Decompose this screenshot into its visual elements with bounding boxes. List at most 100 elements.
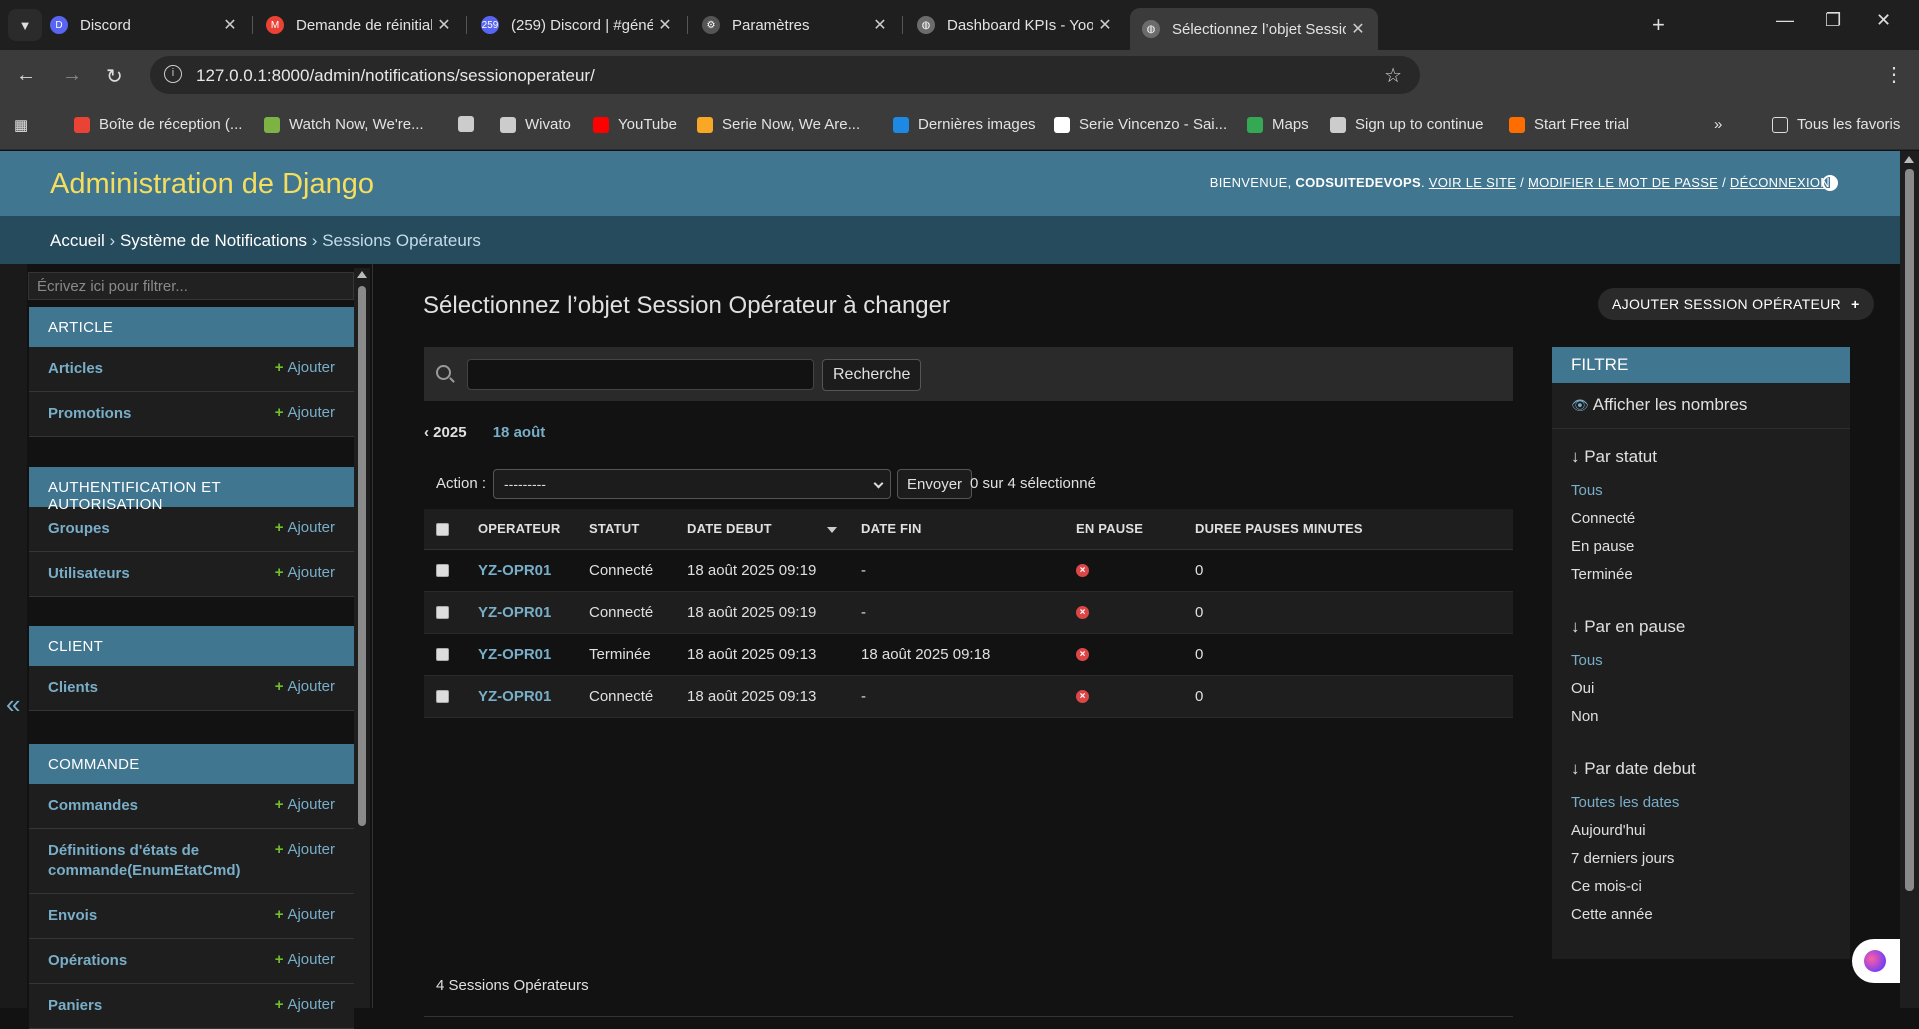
column-header[interactable]: DATE FIN — [849, 509, 1064, 550]
app-module-caption[interactable]: AUTHENTIFICATION ET AUTORISATION — [29, 467, 354, 513]
bookmark-item[interactable]: Watch Now, We're... — [264, 116, 424, 133]
bookmark-item[interactable]: Start Free trial — [1509, 116, 1629, 133]
minimize-window-icon[interactable]: — — [1776, 10, 1794, 31]
bookmark-item[interactable]: Dernières images — [893, 116, 1036, 133]
model-link[interactable]: Groupes — [48, 519, 110, 539]
operateur-link[interactable]: YZ-OPR01 — [466, 633, 577, 676]
breadcrumb-home[interactable]: Accueil — [50, 231, 105, 250]
bookmark-item[interactable] — [458, 116, 483, 132]
action-submit-button[interactable]: Envoyer — [897, 469, 973, 499]
change-password-link[interactable]: MODIFIER LE MOT DE PASSE — [1528, 175, 1718, 190]
action-select[interactable]: --------- — [493, 469, 891, 499]
row-checkbox[interactable] — [436, 690, 449, 704]
tab-discord[interactable]: D Discord ✕ — [38, 8, 250, 42]
tab-search-menu-button[interactable]: ▼ — [8, 9, 42, 41]
view-site-link[interactable]: VOIR LE SITE — [1429, 175, 1516, 190]
search-input[interactable] — [467, 359, 814, 390]
bookmark-item[interactable]: Maps — [1247, 116, 1309, 133]
row-checkbox[interactable] — [436, 606, 449, 620]
sort-descending-icon[interactable] — [827, 527, 837, 533]
filter-option[interactable]: Toutes les dates — [1571, 789, 1841, 817]
bookmark-item[interactable]: Wivato — [500, 116, 571, 133]
add-model-link[interactable]: + Ajouter — [275, 678, 335, 695]
filter-option[interactable]: En pause — [1571, 533, 1841, 561]
add-model-link[interactable]: + Ajouter — [275, 359, 335, 376]
model-link[interactable]: Promotions — [48, 404, 131, 424]
filter-option[interactable]: Tous — [1571, 647, 1841, 675]
tab-close-icon[interactable]: ✕ — [1346, 19, 1370, 39]
operateur-link[interactable]: YZ-OPR01 — [466, 549, 577, 592]
model-link[interactable]: Utilisateurs — [48, 564, 130, 584]
close-window-icon[interactable]: ✕ — [1876, 10, 1891, 31]
model-link[interactable]: Définitions d'états de commande(EnumEtat… — [48, 841, 268, 881]
bookmark-item[interactable]: Serie Vincenzo - Sai... — [1054, 116, 1227, 133]
show-counts-link[interactable]: 👁 Afficher les nombres — [1552, 383, 1850, 429]
filter-option[interactable]: Tous — [1571, 477, 1841, 505]
browser-menu-icon[interactable]: ⋮ — [1884, 62, 1904, 87]
page-scrollbar[interactable] — [1900, 151, 1919, 1008]
tab-close-icon[interactable]: ✕ — [653, 15, 677, 35]
model-link[interactable]: Paniers — [48, 996, 102, 1016]
add-model-link[interactable]: + Ajouter — [275, 519, 335, 536]
apps-grid-icon[interactable]: ▦ — [14, 116, 28, 134]
operateur-link[interactable]: YZ-OPR01 — [466, 591, 577, 634]
column-header[interactable]: STATUT — [577, 509, 675, 550]
row-checkbox[interactable] — [436, 564, 449, 578]
app-module-caption[interactable]: ARTICLE — [29, 307, 354, 347]
address-bar[interactable]: i 127.0.0.1:8000/admin/notifications/ses… — [150, 56, 1420, 94]
nav-filter-input[interactable]: Écrivez ici pour filtrer... — [28, 272, 354, 300]
model-link[interactable]: Commandes — [48, 796, 138, 816]
sidebar-toggle[interactable]: « — [0, 264, 27, 1008]
operateur-link[interactable]: YZ-OPR01 — [466, 675, 577, 718]
site-branding[interactable]: Administration de Django — [50, 168, 374, 201]
row-checkbox[interactable] — [436, 648, 449, 662]
filter-option[interactable]: Ce mois-ci — [1571, 873, 1841, 901]
theme-toggle-icon[interactable] — [1822, 175, 1838, 191]
add-session-button[interactable]: AJOUTER SESSION OPÉRATEUR + — [1598, 288, 1874, 320]
add-model-link[interactable]: + Ajouter — [275, 796, 335, 813]
restore-window-icon[interactable]: ❐ — [1825, 10, 1841, 31]
tab-close-icon[interactable]: ✕ — [432, 15, 456, 35]
reload-icon[interactable]: ↻ — [106, 64, 123, 89]
filter-option[interactable]: Cette année — [1571, 901, 1841, 929]
add-model-link[interactable]: + Ajouter — [275, 841, 335, 858]
bookmarks-overflow-button[interactable]: » — [1714, 116, 1722, 133]
filter-option[interactable]: Oui — [1571, 675, 1841, 703]
tab-close-icon[interactable]: ✕ — [868, 15, 892, 35]
site-info-icon[interactable]: i — [164, 65, 182, 83]
model-link[interactable]: Clients — [48, 678, 98, 698]
column-header[interactable]: EN PAUSE — [1064, 509, 1183, 550]
forward-arrow-icon[interactable]: → — [62, 64, 82, 87]
bookmark-star-icon[interactable]: ☆ — [1384, 63, 1402, 88]
column-header[interactable]: OPERATEUR — [466, 509, 577, 550]
filter-option[interactable]: Connecté — [1571, 505, 1841, 533]
date-hierarchy-back[interactable]: ‹ 2025 — [424, 424, 467, 441]
column-header-sorted[interactable]: DATE DEBUT — [675, 509, 849, 550]
bookmark-item[interactable]: YouTube — [593, 116, 677, 133]
all-bookmarks-folder[interactable]: Tous les favoris — [1772, 116, 1900, 133]
new-tab-button[interactable]: + — [1652, 12, 1665, 38]
model-link[interactable]: Opérations — [48, 951, 127, 971]
tab-reset-request[interactable]: M Demande de réinitialisation✕ — [254, 8, 464, 42]
date-hierarchy-current[interactable]: 18 août — [493, 424, 546, 441]
select-all-checkbox[interactable] — [436, 523, 449, 537]
tab-dashboard-kpis[interactable]: ◍ Dashboard KPIs - Yoozak✕ — [905, 8, 1125, 42]
bookmark-item[interactable]: Serie Now, We Are... — [697, 116, 860, 133]
filter-option[interactable]: Non — [1571, 703, 1841, 731]
add-model-link[interactable]: + Ajouter — [275, 564, 335, 581]
filter-option[interactable]: Terminée — [1571, 561, 1841, 589]
tab-close-icon[interactable]: ✕ — [1093, 15, 1117, 35]
filter-option[interactable]: Aujourd'hui — [1571, 817, 1841, 845]
model-link[interactable]: Articles — [48, 359, 103, 379]
bookmark-item[interactable]: Boîte de réception (... — [74, 116, 242, 133]
filter-option[interactable]: 7 derniers jours — [1571, 845, 1841, 873]
bookmark-item[interactable]: Sign up to continue — [1330, 116, 1483, 133]
add-model-link[interactable]: + Ajouter — [275, 906, 335, 923]
app-module-caption[interactable]: CLIENT — [29, 626, 354, 666]
sidebar-scrollbar[interactable] — [354, 268, 370, 1008]
add-model-link[interactable]: + Ajouter — [275, 951, 335, 968]
tab-discord-general[interactable]: 259 (259) Discord | #général✕ — [469, 8, 685, 42]
model-link[interactable]: Envois — [48, 906, 97, 926]
column-header[interactable]: DUREE PAUSES MINUTES — [1183, 509, 1513, 550]
logout-link[interactable]: DÉCONNEXION — [1730, 175, 1830, 190]
